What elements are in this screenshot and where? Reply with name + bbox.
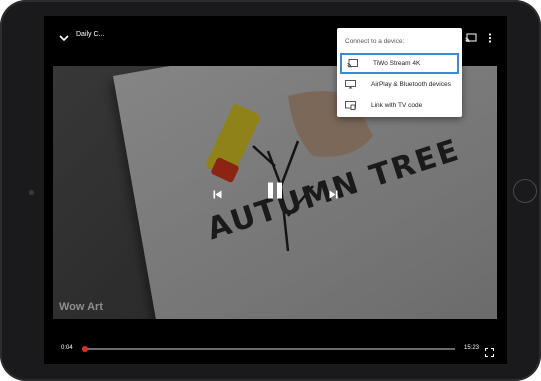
device-label: AirPlay & Bluetooth devices [371, 81, 451, 88]
next-icon[interactable] [329, 186, 338, 204]
chevron-down-icon[interactable] [59, 29, 69, 47]
front-camera [29, 190, 34, 195]
airplay-icon [345, 80, 359, 89]
player-bottom-bar: 0:04 15:23 [44, 342, 507, 358]
cast-icon[interactable] [465, 30, 477, 48]
device-item-tv-code[interactable]: Link with TV code [340, 95, 459, 116]
device-label: TiWo Stream 4K [373, 60, 421, 67]
cast-device-popup: Connect to a device: TiWo Stream 4K AirP… [337, 28, 462, 117]
current-time: 0:04 [61, 345, 73, 351]
watermark: Wow Art [59, 301, 103, 313]
scrubber-handle[interactable] [82, 346, 89, 352]
home-button[interactable] [513, 179, 537, 203]
fullscreen-icon[interactable] [484, 344, 495, 362]
popup-header: Connect to a device: [345, 38, 405, 45]
duration: 15:23 [464, 345, 480, 351]
device-label: Link with TV code [371, 102, 423, 109]
playback-controls [44, 176, 507, 206]
video-title[interactable]: Daily C... [76, 31, 104, 38]
pause-icon[interactable] [267, 182, 283, 204]
cast-icon [347, 59, 361, 68]
more-options-icon[interactable] [488, 30, 492, 48]
previous-icon[interactable] [213, 186, 222, 204]
tablet-frame: AUTUMN TREE Wow Art Daily C... 0:04 15:2… [0, 0, 541, 381]
progress-track[interactable] [82, 348, 455, 350]
device-item-airplay-bluetooth[interactable]: AirPlay & Bluetooth devices [340, 74, 459, 95]
device-item-tiwo-stream[interactable]: TiWo Stream 4K [340, 53, 459, 74]
tv-link-icon [345, 101, 359, 110]
